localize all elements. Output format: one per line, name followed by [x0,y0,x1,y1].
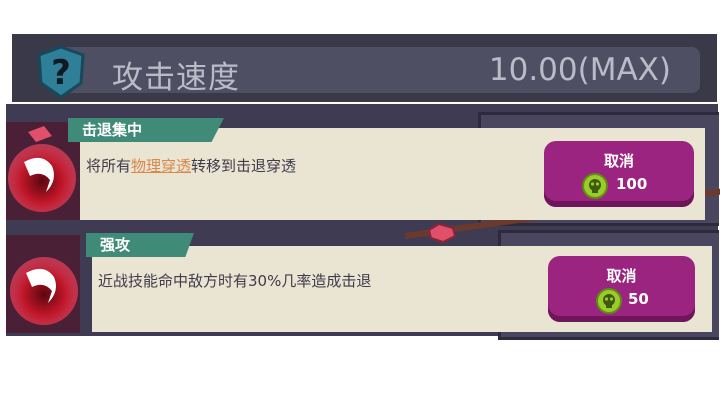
stat-name: 攻击速度 [112,60,240,96]
skill-tag: 强攻 [86,233,194,257]
skill-description: 将所有物理穿透转移到击退穿透 [86,155,296,176]
svg-text:?: ? [51,53,71,93]
red-gem-icon [427,222,457,244]
cancel-button[interactable]: 取消 100 [544,141,694,207]
cost-value: 50 [628,290,649,308]
cancel-label: 取消 [606,267,637,285]
red-swirl-skill-icon[interactable] [6,235,80,333]
skill-tag: 击退集中 [68,118,224,142]
skill-description: 近战技能命中敌方时有30%几率造成击退 [98,272,372,290]
cancel-button[interactable]: 取消 50 [548,256,695,322]
stat-value: 10.00(MAX) [488,52,671,88]
desc-text: 将所有 [86,157,132,175]
stat-bar: ? 攻击速度 10.00(MAX) [12,34,717,102]
cost-value: 100 [616,175,648,193]
desc-text: 转移到击退穿透 [191,157,297,175]
green-skull-coin-icon [596,288,622,314]
question-mark-icon[interactable]: ? [35,45,87,99]
green-skull-coin-icon [582,173,608,199]
physical-penetration-link[interactable]: 物理穿透 [131,157,191,175]
cancel-label: 取消 [603,152,634,170]
